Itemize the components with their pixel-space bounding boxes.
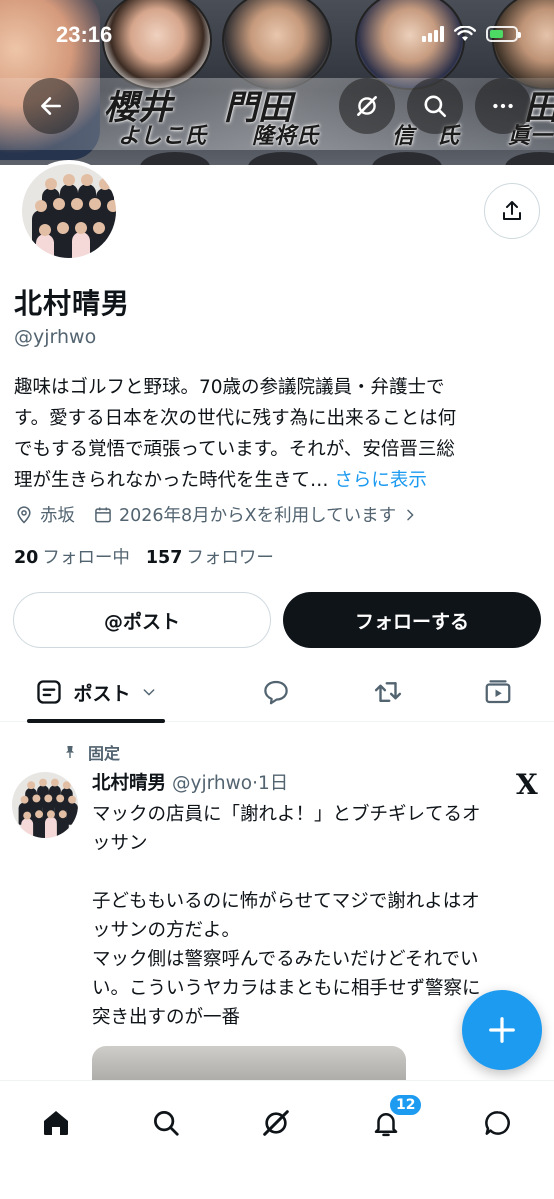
bio-line: す。愛する日本を次の世代に残す為に出来ることは何: [14, 408, 457, 429]
bio-line: 趣味はゴルフと野球。70歳の参議院議員・弁護士で: [14, 377, 445, 398]
nav-notifications[interactable]: 12: [360, 1093, 424, 1149]
bio-show-more-link[interactable]: さらに表示: [334, 470, 427, 491]
location-icon: [17, 505, 31, 524]
reply-icon: [264, 680, 288, 705]
followers-link[interactable]: 157 フォロワー: [146, 544, 274, 569]
post-tab-icon: [37, 680, 62, 704]
nav-messages[interactable]: [472, 1097, 524, 1149]
post-author-name[interactable]: 北村晴男: [92, 769, 166, 795]
tab-reposts[interactable]: [362, 662, 414, 722]
follow-button[interactable]: フォローする: [283, 592, 541, 648]
nav-home[interactable]: [30, 1097, 82, 1149]
pinned-indicator: 固定: [62, 740, 120, 764]
follow-stats: 20 フォロー中 157 フォロワー: [14, 544, 274, 569]
post-header: 北村晴男 @yjrhwo·1日: [92, 769, 288, 795]
grok-icon: [263, 1110, 289, 1136]
search-button[interactable]: [407, 78, 463, 134]
cellular-signal-icon: [422, 26, 444, 42]
post-time: ·1日: [252, 773, 289, 794]
messages-icon: [485, 1111, 510, 1135]
plus-icon: [489, 1017, 515, 1043]
followers-label: フォロワー: [186, 548, 274, 568]
chevron-right-icon: [407, 509, 414, 520]
following-count: 20: [14, 548, 39, 568]
more-icon: [493, 103, 513, 109]
banner-name: よしこ氏: [118, 123, 207, 149]
status-time: 23:16: [56, 22, 113, 47]
tab-media[interactable]: [472, 662, 524, 722]
location-text: 赤坂: [40, 506, 75, 526]
search-icon: [424, 95, 447, 118]
banner-photo-person: [248, 152, 318, 165]
more-button[interactable]: [475, 78, 531, 134]
banner-photo-person: [505, 152, 554, 165]
following-link[interactable]: 20 フォロー中: [14, 544, 130, 569]
grok-button[interactable]: [339, 78, 395, 134]
mention-post-button[interactable]: @ポスト: [13, 592, 271, 648]
status-bar: 23:16: [0, 18, 554, 54]
following-label: フォロー中: [42, 548, 130, 568]
profile-joined[interactable]: 2026年8月からXを利用しています: [93, 502, 418, 527]
share-icon: [503, 201, 521, 220]
post-line: ッサンの方だよ。: [92, 920, 241, 941]
repost-icon: [374, 682, 402, 702]
post-line: ッサン: [92, 833, 148, 854]
banner-photo-person: [372, 152, 442, 165]
profile-location: 赤坂: [14, 502, 75, 527]
profile-display-name: 北村晴男: [14, 287, 131, 320]
bio-line-text: 理が生きられなかった時代を生きて…: [14, 470, 329, 491]
compose-button[interactable]: [462, 990, 542, 1070]
followers-count: 157: [145, 548, 183, 568]
status-icons: [422, 26, 521, 42]
notification-badge: 12: [388, 1093, 424, 1117]
post-author-avatar[interactable]: [12, 772, 78, 838]
calendar-icon: [95, 507, 111, 522]
pin-icon: [66, 746, 74, 758]
joined-text: 2026年8月からXを利用しています: [119, 506, 397, 526]
media-icon: [485, 680, 511, 704]
profile-meta: 赤坂 2026年8月からXを利用しています: [14, 502, 436, 527]
battery-icon: [486, 26, 521, 42]
tab-posts-label: ポスト: [73, 682, 131, 705]
nav-grok[interactable]: [250, 1097, 302, 1149]
profile-avatar[interactable]: [18, 160, 120, 262]
post-line: マックの店員に「謝れよ！」とブチギレてるオ: [92, 804, 481, 825]
post-body[interactable]: マックの店員に「謝れよ！」とブチギレてるオ ッサン 子どももいるのに怖がらせてマ…: [92, 800, 542, 1032]
post-line: マック側は警察呼んでるみたいだけどそれでい: [92, 949, 479, 970]
profile-tabs: ポスト: [0, 662, 554, 723]
nav-search[interactable]: [140, 1097, 192, 1149]
banner-name: 信: [392, 123, 415, 149]
x-logo-icon: X: [516, 768, 538, 801]
profile-handle: @yjrhwo: [14, 326, 97, 348]
banner-name: 隆将氏: [252, 123, 319, 149]
banner-photo-person: [140, 152, 210, 165]
share-button[interactable]: [484, 183, 540, 239]
post-line: [92, 858, 542, 887]
pinned-label: 固定: [88, 744, 121, 763]
search-icon: [154, 1111, 179, 1136]
post-handle-text: @yjrhwo: [172, 773, 253, 794]
profile-bio: 趣味はゴルフと野球。70歳の参議院議員・弁護士で す。愛する日本を次の世代に残す…: [14, 372, 544, 496]
bio-line: でもする覚悟で頑張っています。それが、安倍晋三総: [14, 439, 455, 460]
bio-line: 理が生きられなかった時代を生きて… さらに表示: [14, 465, 544, 496]
chevron-down-icon: [143, 689, 154, 696]
post-line: い。こういうヤカラはまともに相手せず警察に: [92, 978, 481, 999]
bottom-nav: 12: [0, 1080, 554, 1199]
grok-icon: [357, 96, 377, 116]
tab-replies[interactable]: [250, 662, 302, 722]
tab-posts[interactable]: ポスト: [27, 662, 165, 723]
back-button[interactable]: [23, 78, 79, 134]
home-icon: [44, 1111, 68, 1135]
back-arrow-icon: [41, 97, 61, 115]
wifi-icon: [454, 26, 476, 41]
post-line: 子どももいるのに怖がらせてマジで謝れよはオ: [92, 891, 480, 912]
post-author-handle: @yjrhwo·1日: [172, 769, 288, 795]
